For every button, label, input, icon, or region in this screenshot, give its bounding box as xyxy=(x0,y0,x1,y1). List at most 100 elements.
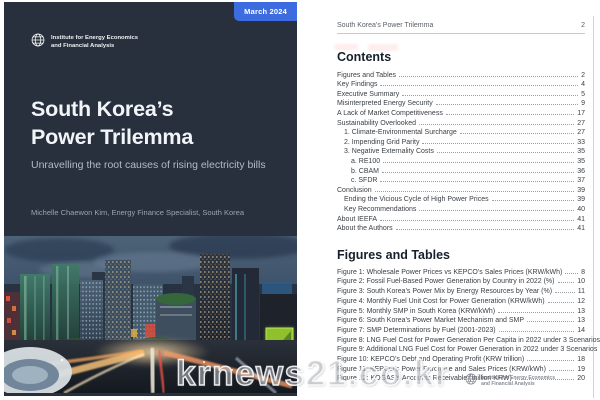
entry-page-number: 10 xyxy=(577,278,585,285)
report-cover-page: March 2024 Institute for Energy Economic… xyxy=(4,2,297,396)
entry-label: About IEEFA xyxy=(337,216,377,223)
dot-leader xyxy=(446,114,574,115)
entry-page-number: 12 xyxy=(577,298,585,305)
contents-entry[interactable]: Sustainability Overlooked 27 xyxy=(337,117,585,127)
entry-label: Figure 2: Fossil Fuel-Based Power Genera… xyxy=(337,278,555,285)
figure-entry[interactable]: Figure 8: LNG Fuel Cost for Power Genera… xyxy=(337,334,585,344)
entry-page-number: 39 xyxy=(577,187,585,194)
figure-entry[interactable]: Figure 2: Fossil Fuel-Based Power Genera… xyxy=(337,276,585,286)
footer-ieefa-logo: Institute for Energy Economics and Finan… xyxy=(465,372,555,390)
figure-entry[interactable]: Figure 9: Additional LNG Fuel Cost for P… xyxy=(337,344,585,354)
entry-label: 1. Climate-Environmental Surcharge xyxy=(337,129,457,136)
entry-page-number: 35 xyxy=(577,148,585,155)
entry-label: Figure 5: Monthly SMP in South Korea (KR… xyxy=(337,308,495,315)
entry-page-number: 8 xyxy=(581,269,585,276)
dot-leader xyxy=(382,172,574,173)
city-photo xyxy=(4,236,297,393)
header-rule xyxy=(337,33,585,34)
dot-leader xyxy=(380,85,578,86)
dot-leader xyxy=(548,302,575,303)
dot-leader xyxy=(419,210,574,211)
contents-entry[interactable]: 2. Impending Grid Parity33 xyxy=(337,136,585,146)
entry-page-number: 39 xyxy=(577,196,585,203)
ieefa-logo-text: Institute for Energy Economics and Finan… xyxy=(51,35,138,50)
report-subtitle: Unravelling the root causes of rising el… xyxy=(31,159,266,171)
contents-entry[interactable]: Key Findings4 xyxy=(337,79,585,89)
entry-label: Figure 10: KEPCO’s Debt and Operating Pr… xyxy=(337,356,524,363)
footer-logo-line2: and Financial Analysis xyxy=(481,381,535,387)
footer-logo-text: Institute for Energy Economics and Finan… xyxy=(481,375,555,388)
dot-leader xyxy=(527,360,574,361)
dot-leader xyxy=(402,95,578,96)
running-header: South Korea’s Power Trilemma 2 xyxy=(337,0,585,29)
figure-entry[interactable]: Figure 10: KEPCO’s Debt and Operating Pr… xyxy=(337,353,585,363)
entry-page-number: 27 xyxy=(577,129,585,136)
entry-page-number: 9 xyxy=(581,100,585,107)
entry-page-number: 40 xyxy=(577,206,585,213)
entry-page-number: 27 xyxy=(577,120,585,127)
contents-entry[interactable]: Figures and Tables2 xyxy=(337,69,585,79)
dot-leader xyxy=(419,124,574,125)
entry-page-number: 14 xyxy=(577,327,585,334)
entry-label: a. RE100 xyxy=(337,158,380,165)
entry-label: 2. Impending Grid Parity xyxy=(337,139,419,146)
report-title-line2: Power Trilemma xyxy=(31,124,193,152)
dot-leader xyxy=(565,273,578,274)
entry-page-number: 41 xyxy=(577,216,585,223)
entry-label: Sustainability Overlooked xyxy=(337,120,416,127)
dot-leader xyxy=(380,181,574,182)
dot-leader xyxy=(558,282,575,283)
faint-watermark-smudge xyxy=(334,44,358,50)
toc-content: South Korea’s Power Trilemma 2 Contents … xyxy=(337,0,585,382)
entry-label: c. SFDR xyxy=(337,177,377,184)
figure-entry[interactable]: Figure 6: South Korea’s Power Market Mec… xyxy=(337,315,585,325)
entry-label: Figure 8: LNG Fuel Cost for Power Genera… xyxy=(337,337,600,344)
entry-page-number: 13 xyxy=(577,308,585,315)
contents-entry[interactable]: c. SFDR37 xyxy=(337,175,585,185)
dot-leader xyxy=(396,229,575,230)
entry-label: 3. Negative Externality Costs xyxy=(337,148,434,155)
contents-entry[interactable]: 3. Negative Externality Costs 35 xyxy=(337,146,585,156)
figure-entry[interactable]: Figure 7: SMP Determinations by Fuel (20… xyxy=(337,324,585,334)
dot-leader xyxy=(422,143,574,144)
entry-page-number: 13 xyxy=(577,317,585,324)
entry-label: Misinterpreted Energy Security xyxy=(337,100,433,107)
contents-entry[interactable]: a. RE100 35 xyxy=(337,155,585,165)
entry-page-number: 35 xyxy=(577,158,585,165)
running-header-title: South Korea’s Power Trilemma xyxy=(337,22,433,29)
globe-icon xyxy=(465,372,477,390)
dot-leader xyxy=(498,312,574,313)
contents-heading: Contents xyxy=(337,50,585,64)
contents-entry[interactable]: About IEEFA 41 xyxy=(337,213,585,223)
entry-label: Figures and Tables xyxy=(337,72,396,79)
figure-entry[interactable]: Figure 3: South Korea’s Power Mix by Ene… xyxy=(337,285,585,295)
ieefa-logo: Institute for Energy Economics and Finan… xyxy=(31,33,138,52)
contents-entry[interactable]: Misinterpreted Energy Security 9 xyxy=(337,98,585,108)
contents-entry[interactable]: 1. Climate-Environmental Surcharge 27 xyxy=(337,127,585,137)
contents-entry[interactable]: A Lack of Market Competitiveness17 xyxy=(337,107,585,117)
dot-leader xyxy=(527,321,574,322)
entry-label: Figure 4: Monthly Fuel Unit Cost for Pow… xyxy=(337,298,545,305)
contents-entry[interactable]: Key Recommendations40 xyxy=(337,203,585,213)
figure-entry[interactable]: Figure 5: Monthly SMP in South Korea (KR… xyxy=(337,305,585,315)
dot-leader xyxy=(399,76,578,77)
entry-label: Conclusion xyxy=(337,187,372,194)
contents-entry[interactable]: About the Authors41 xyxy=(337,223,585,233)
entry-label: Figure 6: South Korea’s Power Market Mec… xyxy=(337,317,524,324)
contents-entry[interactable]: Executive Summary5 xyxy=(337,88,585,98)
dot-leader xyxy=(492,200,575,201)
entry-page-number: 20 xyxy=(577,375,585,382)
entry-page-number: 5 xyxy=(581,91,585,98)
entry-page-number: 18 xyxy=(577,356,585,363)
contents-entry[interactable]: Conclusion 39 xyxy=(337,184,585,194)
ieefa-logo-line2: and Financial Analysis xyxy=(51,43,114,49)
dot-leader xyxy=(375,191,575,192)
contents-entry[interactable]: b. CBAM36 xyxy=(337,165,585,175)
contents-entry[interactable]: Ending the Vicious Cycle of High Power P… xyxy=(337,194,585,204)
entry-page-number: 36 xyxy=(577,168,585,175)
dot-leader xyxy=(549,370,574,371)
figure-entry[interactable]: Figure 4: Monthly Fuel Unit Cost for Pow… xyxy=(337,295,585,305)
entry-page-number: 17 xyxy=(577,110,585,117)
entry-page-number: 41 xyxy=(577,225,585,232)
figure-entry[interactable]: Figure 1: Wholesale Power Prices vs KEPC… xyxy=(337,266,585,276)
